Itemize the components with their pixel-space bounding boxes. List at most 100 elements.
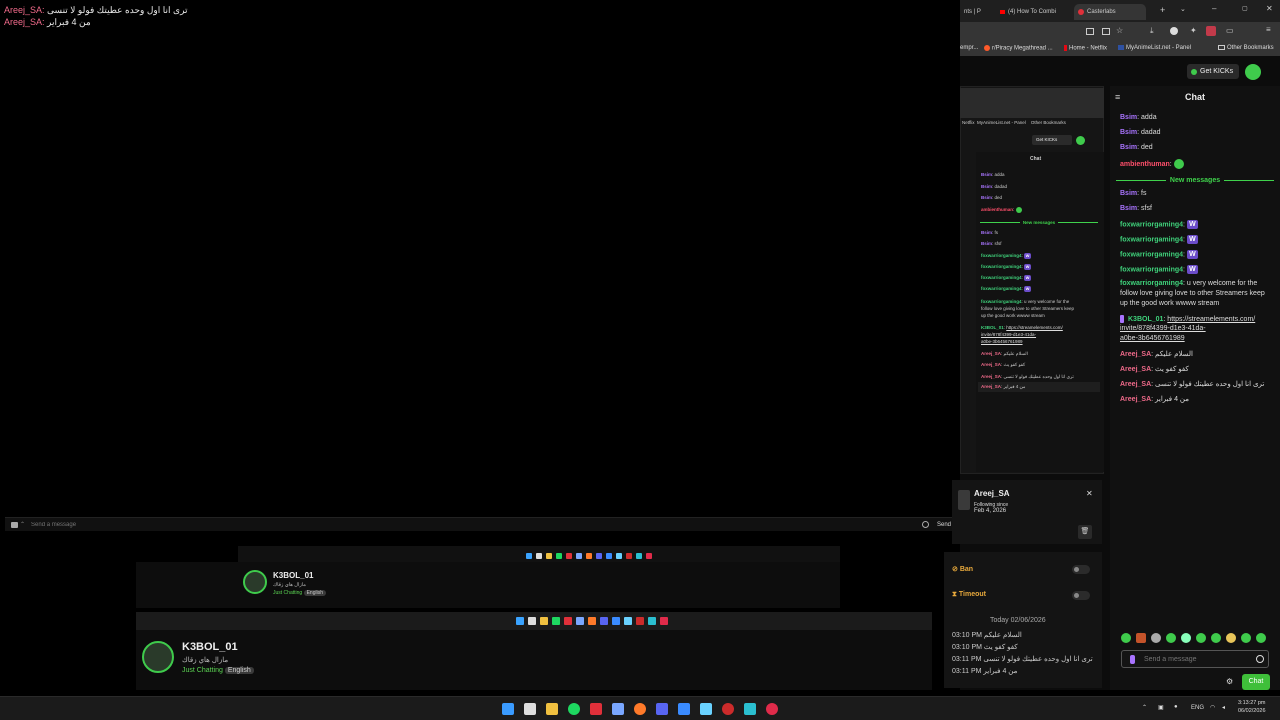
star-icon[interactable]: ☆	[1116, 26, 1123, 35]
stream-info-bar	[136, 630, 932, 690]
chat-username[interactable]: Bsim	[1120, 114, 1137, 121]
clock-time[interactable]: 3:13:27 pm	[1238, 700, 1266, 706]
chevron-up-icon[interactable]: ⌃	[1142, 704, 1147, 711]
language-tag[interactable]: English	[224, 667, 254, 674]
chat-message: foxwarriorgaming4: W	[1120, 250, 1198, 259]
browser-tab[interactable]: (4) How To Combi	[996, 4, 1072, 20]
wifi-icon[interactable]: ◠	[1210, 704, 1215, 711]
chat-username[interactable]: foxwarriorgaming4	[1120, 221, 1183, 228]
emoji-icon[interactable]	[921, 521, 929, 528]
chat-username[interactable]: ambienthuman	[1120, 161, 1170, 168]
chat-username[interactable]: foxwarriorgaming4	[1120, 236, 1183, 243]
firefox-icon[interactable]	[634, 703, 646, 715]
bookmark-item[interactable]: r/Piracy Megathread ...	[984, 45, 1053, 52]
chat-send-button[interactable]: Chat	[1242, 674, 1270, 690]
bookmark-item[interactable]: Other Bookmarks	[1218, 45, 1274, 51]
profile-icon[interactable]	[1206, 26, 1216, 36]
bookmark-item[interactable]: Home - Netflix	[1064, 45, 1107, 52]
streamer-name[interactable]: K3BOL_01	[273, 571, 313, 580]
browser-tab[interactable]: nts | P	[960, 4, 992, 20]
trash-icon[interactable]: 🗑	[1078, 525, 1092, 539]
chat-input[interactable]	[1144, 654, 1254, 665]
photos-icon[interactable]	[700, 703, 712, 715]
split-view-icon[interactable]: ▭	[1226, 26, 1234, 35]
screenshot-icon[interactable]	[1086, 28, 1094, 35]
chat-username[interactable]: Areej_SA	[1120, 366, 1151, 373]
category-link[interactable]: Just Chatting	[273, 590, 302, 596]
emote-icon[interactable]	[1181, 633, 1191, 643]
app-icon[interactable]	[722, 703, 734, 715]
volume-icon[interactable]: ◂	[1222, 704, 1225, 711]
new-tab-icon[interactable]: +	[1160, 5, 1165, 15]
mic-icon[interactable]: ●	[1174, 704, 1178, 710]
emote-icon[interactable]	[1241, 633, 1251, 643]
chevron-down-icon[interactable]: ⌄	[1180, 5, 1186, 13]
chat-menu-icon[interactable]: ≡	[1115, 92, 1120, 102]
casterlabs-icon[interactable]	[766, 703, 778, 715]
language-tag[interactable]: English	[303, 590, 326, 596]
streamer-name[interactable]: K3BOL_01	[182, 641, 238, 653]
emoji-icon[interactable]	[1256, 655, 1264, 663]
chat-username[interactable]: foxwarriorgaming4	[1120, 266, 1183, 273]
avatar[interactable]	[243, 570, 267, 594]
emote-icon[interactable]	[1256, 633, 1266, 643]
avatar[interactable]	[142, 641, 174, 673]
language-indicator[interactable]: ENG	[1191, 705, 1204, 711]
chat-username[interactable]: Areej_SA	[1120, 381, 1151, 388]
close-icon[interactable]: ✕	[1266, 4, 1273, 13]
chat-username[interactable]: Areej_SA	[1120, 351, 1151, 358]
timeout-toggle[interactable]	[1072, 591, 1090, 600]
chat-username[interactable]: Areej_SA	[1120, 396, 1151, 403]
app-icon[interactable]	[744, 703, 756, 715]
stream-chat-input[interactable]	[31, 521, 922, 528]
download-icon[interactable]: ⤓	[1150, 26, 1154, 36]
app-icon[interactable]	[678, 703, 690, 715]
chat-bubble-icon[interactable]	[11, 521, 18, 528]
chat-username[interactable]: foxwarriorgaming4	[1120, 280, 1183, 287]
cast-icon[interactable]	[1102, 28, 1110, 35]
task-view-icon[interactable]	[524, 703, 536, 715]
maximize-icon[interactable]: ▢	[1242, 5, 1248, 12]
puzzle-icon[interactable]: ✦	[1190, 26, 1197, 35]
chat-message: Areej_SA: السلام عليكم	[1120, 350, 1193, 358]
minimize-icon[interactable]: –	[1212, 4, 1216, 13]
steam-icon[interactable]	[612, 703, 624, 715]
chevron-down-icon[interactable]: ⌃	[20, 521, 25, 528]
file-explorer-icon[interactable]	[546, 703, 558, 715]
extension-icon[interactable]	[1170, 27, 1178, 35]
discord-icon[interactable]	[656, 703, 668, 715]
user-card-username[interactable]: Areej_SA	[974, 489, 1010, 498]
network-icon[interactable]: ▣	[1158, 704, 1164, 711]
chat-username[interactable]: Bsim	[1120, 129, 1137, 136]
send-button[interactable]: Send	[937, 522, 951, 528]
chat-username[interactable]: foxwarriorgaming4	[1120, 251, 1183, 258]
emote-icon[interactable]	[1211, 633, 1221, 643]
chat-username[interactable]: Bsim	[1120, 205, 1137, 212]
avatar[interactable]	[1245, 64, 1261, 80]
get-kicks-button[interactable]: Get KICKs	[1187, 64, 1239, 79]
emote-icon[interactable]	[1151, 633, 1161, 643]
clock-date[interactable]: 06/02/2026	[1238, 708, 1266, 714]
chat-message: foxwarriorgaming4: W	[1120, 235, 1198, 244]
close-icon[interactable]: ✕	[1086, 489, 1093, 498]
emote-icon[interactable]	[1226, 633, 1236, 643]
emote-icon[interactable]	[1121, 633, 1131, 643]
chat-username[interactable]: Bsim	[1120, 190, 1137, 197]
gear-icon[interactable]: ⚙	[1226, 677, 1233, 686]
chat-message: up the good work wwww stream	[1120, 300, 1219, 307]
start-icon[interactable]	[502, 703, 514, 715]
browser-tab-active[interactable]: Casterlabs	[1074, 4, 1146, 20]
chat-input-box[interactable]	[1121, 650, 1269, 668]
chat-username[interactable]: Bsim	[1120, 144, 1137, 151]
emote-icon[interactable]	[1166, 633, 1176, 643]
emote-icon[interactable]	[1196, 633, 1206, 643]
spotify-icon[interactable]	[568, 703, 580, 715]
ban-toggle[interactable]	[1072, 565, 1090, 574]
chat-username[interactable]: K3BOL_01	[1128, 316, 1163, 323]
bookmark-item[interactable]: empr...	[960, 45, 978, 51]
bookmark-item[interactable]: MyAnimeList.net - Panel	[1118, 45, 1191, 51]
emote-icon[interactable]	[1136, 633, 1146, 643]
category-link[interactable]: Just Chatting	[182, 667, 223, 674]
menu-icon[interactable]: ≡	[1266, 25, 1271, 34]
app-icon[interactable]	[590, 703, 602, 715]
